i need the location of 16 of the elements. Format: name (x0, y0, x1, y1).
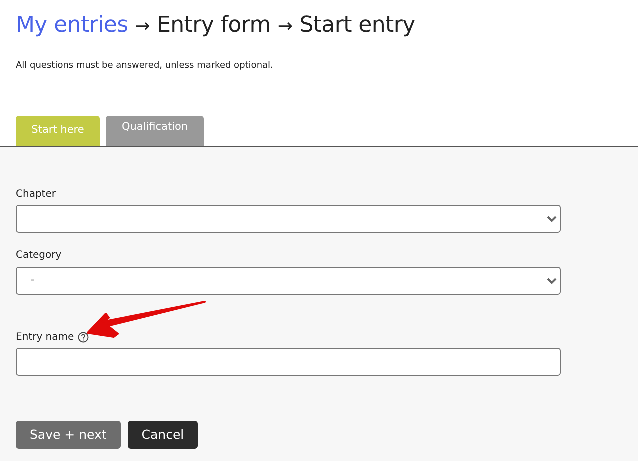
input-field[interactable] (16, 348, 561, 376)
save-button[interactable]: Save + next (16, 421, 121, 449)
cancel-button[interactable]: Cancel (128, 421, 198, 449)
field-label: Chapter (16, 188, 56, 202)
field-label: Entry name (16, 330, 74, 344)
field-label: Category (16, 249, 62, 263)
breadcrumb-item: Entry form (157, 12, 271, 40)
select-field[interactable]: - (16, 266, 561, 294)
instructions-text: All questions must be answered, unless marked optional. (16, 60, 274, 73)
help-icon[interactable] (78, 332, 90, 342)
select-field[interactable] (16, 205, 561, 233)
tab[interactable]: Qualification (106, 116, 204, 146)
breadcrumb-link[interactable]: My entries (16, 9, 128, 42)
breadcrumb-item: Start entry (300, 12, 416, 40)
arrow-separator: → (135, 15, 150, 39)
arrow-separator: → (278, 15, 293, 39)
